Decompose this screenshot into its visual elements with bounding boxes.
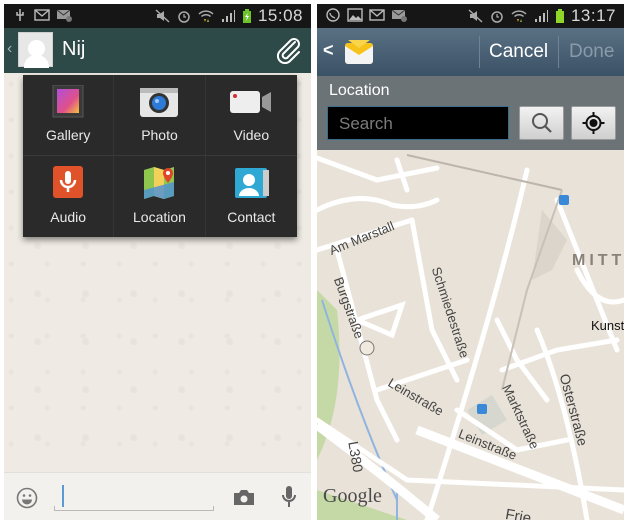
paperclip-icon[interactable] [275,36,301,64]
google-attribution: Google [323,485,382,507]
search-icon [532,113,552,133]
location-title: Location [329,82,390,99]
attach-label: Photo [141,127,178,143]
status-bar: 15:08 [4,4,311,28]
emoji-icon[interactable] [16,487,38,509]
signal-icon [221,10,235,22]
video-camera-icon [230,91,272,113]
attach-label: Video [233,127,270,143]
contact-name[interactable]: Nij [62,38,85,61]
done-button[interactable]: Done [569,41,614,63]
place-label: Kunst [591,318,624,333]
text-cursor [62,485,64,507]
search-button[interactable] [519,106,564,140]
microphone-icon [53,166,84,198]
attach-gallery[interactable]: Gallery [23,75,115,156]
contact-card-icon [235,168,270,198]
attach-label: Contact [227,209,276,225]
alarm-icon [178,11,190,23]
gmail-icon [34,9,50,21]
signal-icon [534,10,548,22]
cancel-button[interactable]: Cancel [489,41,548,63]
message-input[interactable] [54,483,214,511]
crosshair-icon [582,112,605,134]
alarm-icon [491,11,503,23]
image-icon [347,8,363,22]
attach-photo[interactable]: Photo [114,75,206,156]
attach-location[interactable]: Location [114,156,206,237]
location-panel: Location Search [317,76,624,150]
district-label: MITT [572,252,624,269]
attach-menu: Gallery Photo Video Audio Location Conta… [23,75,297,237]
location-picker-screen: 13:17 < Cancel Done Location Search Am M… [317,4,624,520]
mute-icon [155,9,170,23]
message-input-bar [4,472,311,520]
my-location-button[interactable] [571,106,616,140]
microphone-icon[interactable] [281,485,297,509]
battery-charging-icon [242,9,251,23]
status-bar: 13:17 [317,4,624,28]
camera-icon [140,88,179,117]
gallery-icon [52,85,84,118]
wifi-icon [198,10,214,22]
contact-avatar[interactable] [18,32,53,68]
attach-contact[interactable]: Contact [206,156,297,237]
divider [558,36,559,68]
whatsapp-chat-screen: 15:08 ‹ Nij Gallery Photo Video Audio Lo… [4,4,311,520]
search-placeholder: Search [339,114,393,133]
email-icon [391,9,407,22]
attach-label: Audio [50,209,87,225]
map-view[interactable]: Am Marstall Schmiedestraße MITT Kunst Bu… [317,150,624,520]
clock: 13:17 [570,6,616,25]
email-icon [56,9,72,22]
attach-video[interactable]: Video [205,75,297,156]
back-button[interactable]: ‹ [7,40,12,58]
usb-icon [16,9,24,21]
location-search-input[interactable]: Search [327,106,509,140]
back-button[interactable]: < [323,40,334,61]
divider [479,36,480,68]
mute-icon [468,9,483,23]
attach-audio[interactable]: Audio [23,156,115,237]
clock: 15:08 [257,6,303,25]
whatsapp-icon [326,8,340,22]
chat-header: ‹ Nij [4,28,311,73]
map-pin-icon [144,167,175,199]
gmail-icon [369,9,385,21]
attach-label: Location [133,209,186,225]
wifi-icon [511,10,527,22]
battery-icon [555,9,564,23]
camera-icon[interactable] [233,489,255,506]
messaging-app-icon[interactable] [344,38,374,65]
attach-label: Gallery [45,127,91,143]
action-bar: < Cancel Done [317,28,624,76]
